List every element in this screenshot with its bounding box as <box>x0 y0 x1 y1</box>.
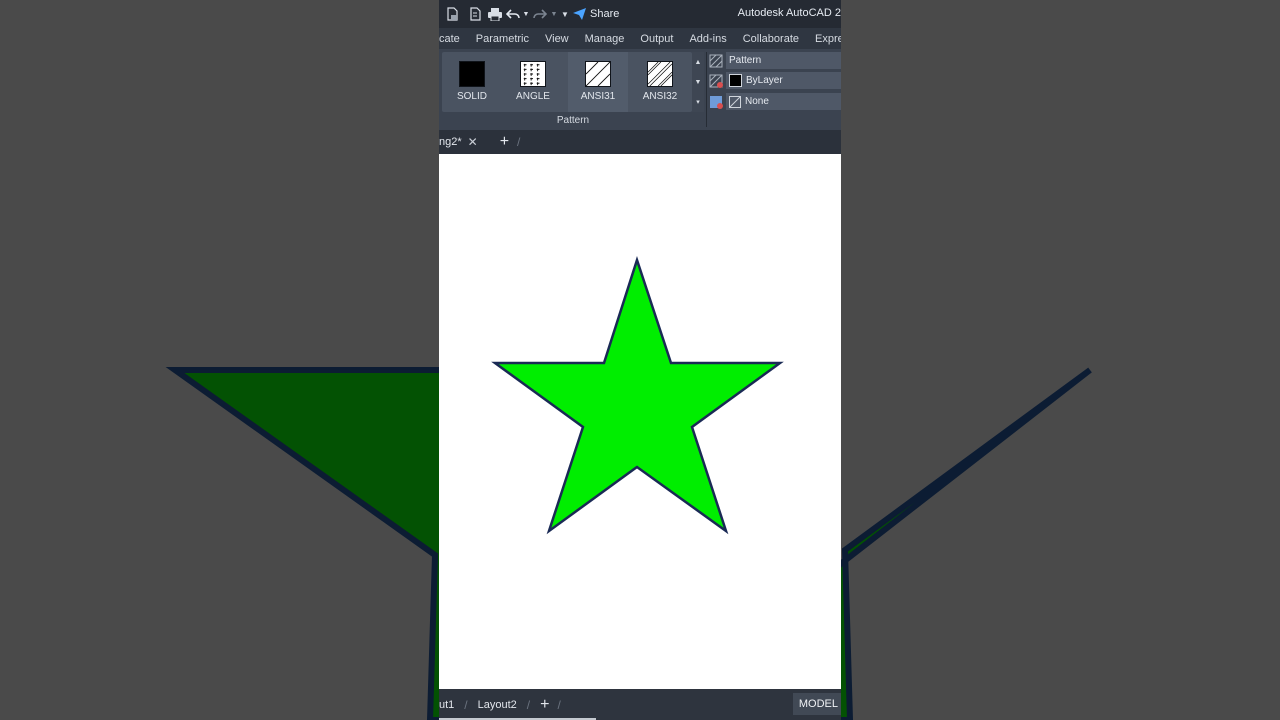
redo-icon[interactable] <box>531 0 549 28</box>
drawing-tab-label: ng2* <box>439 136 462 148</box>
autocad-window: ▼ ▼ ▼ Share Autodesk AutoCAD 2 cate Para… <box>439 0 841 720</box>
tab-view[interactable]: View <box>537 33 577 45</box>
tab-output[interactable]: Output <box>632 33 681 45</box>
share-plane-icon <box>573 8 586 20</box>
hatch-background-row: None <box>709 93 841 111</box>
new-drawing-plus-icon[interactable]: + <box>500 133 509 151</box>
gallery-scroll-down-icon[interactable]: ▼ <box>692 72 704 92</box>
panel-divider <box>706 52 707 127</box>
gallery-expand-icon[interactable]: ▾ <box>692 92 704 112</box>
tab-add-ins[interactable]: Add-ins <box>681 33 734 45</box>
add-layout-plus-icon[interactable]: + <box>540 696 549 714</box>
hatch-background-select[interactable]: None <box>726 93 841 110</box>
drawing-tab[interactable]: ng2* ✕ <box>439 135 478 149</box>
layout-tab-1[interactable]: ut1 <box>439 699 454 711</box>
gallery-scrollbar: ▲ ▼ ▾ <box>692 52 704 112</box>
pattern-solid[interactable]: SOLID <box>442 52 502 112</box>
save-icon[interactable] <box>465 0 485 28</box>
close-tab-icon[interactable]: ✕ <box>468 135 478 149</box>
pattern-ansi32[interactable]: ANSI32 <box>630 52 690 112</box>
background-color-icon <box>710 96 723 109</box>
undo-dropdown-icon[interactable]: ▼ <box>521 0 531 28</box>
open-file-icon[interactable] <box>439 0 465 28</box>
quick-access-toolbar: ▼ ▼ ▼ Share Autodesk AutoCAD 2 <box>439 0 841 28</box>
customize-qat-icon[interactable]: ▼ <box>559 0 571 28</box>
angle-swatch-icon <box>520 61 546 87</box>
pattern-angle-label: ANGLE <box>516 91 550 102</box>
status-bar: ut1 / Layout2 / + / MODEL <box>439 689 841 720</box>
ansi32-swatch-icon <box>647 61 673 87</box>
gallery-scroll-up-icon[interactable]: ▲ <box>692 52 704 72</box>
ribbon-tab-bar: cate Parametric View Manage Output Add-i… <box>439 28 841 49</box>
hatch-type-select[interactable]: Pattern <box>726 52 841 69</box>
pattern-ansi32-label: ANSI32 <box>642 91 678 102</box>
layout-separator: / <box>464 697 468 712</box>
tab-parametric[interactable]: Parametric <box>468 33 537 45</box>
layout-tab-2[interactable]: Layout2 <box>478 699 517 711</box>
hatch-color-icon <box>709 74 723 88</box>
redo-dropdown-icon[interactable]: ▼ <box>549 0 559 28</box>
hatch-ribbon-panel: SOLID ANGLE ANSI31 ANSI32 ▲ ▼ ▾ Pattern … <box>439 49 841 131</box>
document-tab-bar: ng2* ✕ + / <box>439 130 841 154</box>
ansi31-swatch-icon <box>585 61 611 87</box>
tab-manage[interactable]: Manage <box>577 33 633 45</box>
hatch-color-value: ByLayer <box>746 75 783 86</box>
star-polygon[interactable] <box>491 255 784 535</box>
pattern-gallery: SOLID ANGLE ANSI31 ANSI32 <box>442 52 692 112</box>
drawing-canvas[interactable] <box>439 154 841 689</box>
pattern-angle[interactable]: ANGLE <box>503 52 563 112</box>
hatch-color-row: ByLayer <box>709 72 841 90</box>
print-icon[interactable] <box>485 0 505 28</box>
pattern-panel-label: Pattern <box>556 115 590 126</box>
none-swatch-icon <box>729 95 741 108</box>
tab-collaborate[interactable]: Collaborate <box>735 33 807 45</box>
layout-separator: / <box>526 697 531 712</box>
hatch-color-select[interactable]: ByLayer <box>726 72 841 89</box>
color-swatch-icon <box>729 74 742 87</box>
solid-swatch-icon <box>459 61 485 87</box>
hatch-type-row: Pattern <box>709 52 841 70</box>
app-title: Autodesk AutoCAD 2 <box>737 7 841 19</box>
share-label: Share <box>590 8 620 20</box>
share-button[interactable]: Share <box>573 8 619 20</box>
pattern-ansi31[interactable]: ANSI31 <box>568 52 628 112</box>
undo-icon[interactable] <box>505 0 521 28</box>
pattern-solid-label: SOLID <box>456 91 487 102</box>
layout-separator: / <box>557 697 561 712</box>
tab-express-tools[interactable]: Express Tool <box>807 33 841 45</box>
hatch-type-icon <box>709 54 723 68</box>
star-hatch-shape[interactable] <box>439 154 841 689</box>
hatch-background-value: None <box>745 96 769 107</box>
model-space-button[interactable]: MODEL <box>792 693 841 715</box>
tab-annotate[interactable]: cate <box>439 33 468 45</box>
hatch-type-value: Pattern <box>729 55 762 66</box>
tab-separator: / <box>517 135 521 149</box>
pattern-ansi31-label: ANSI31 <box>580 91 616 102</box>
